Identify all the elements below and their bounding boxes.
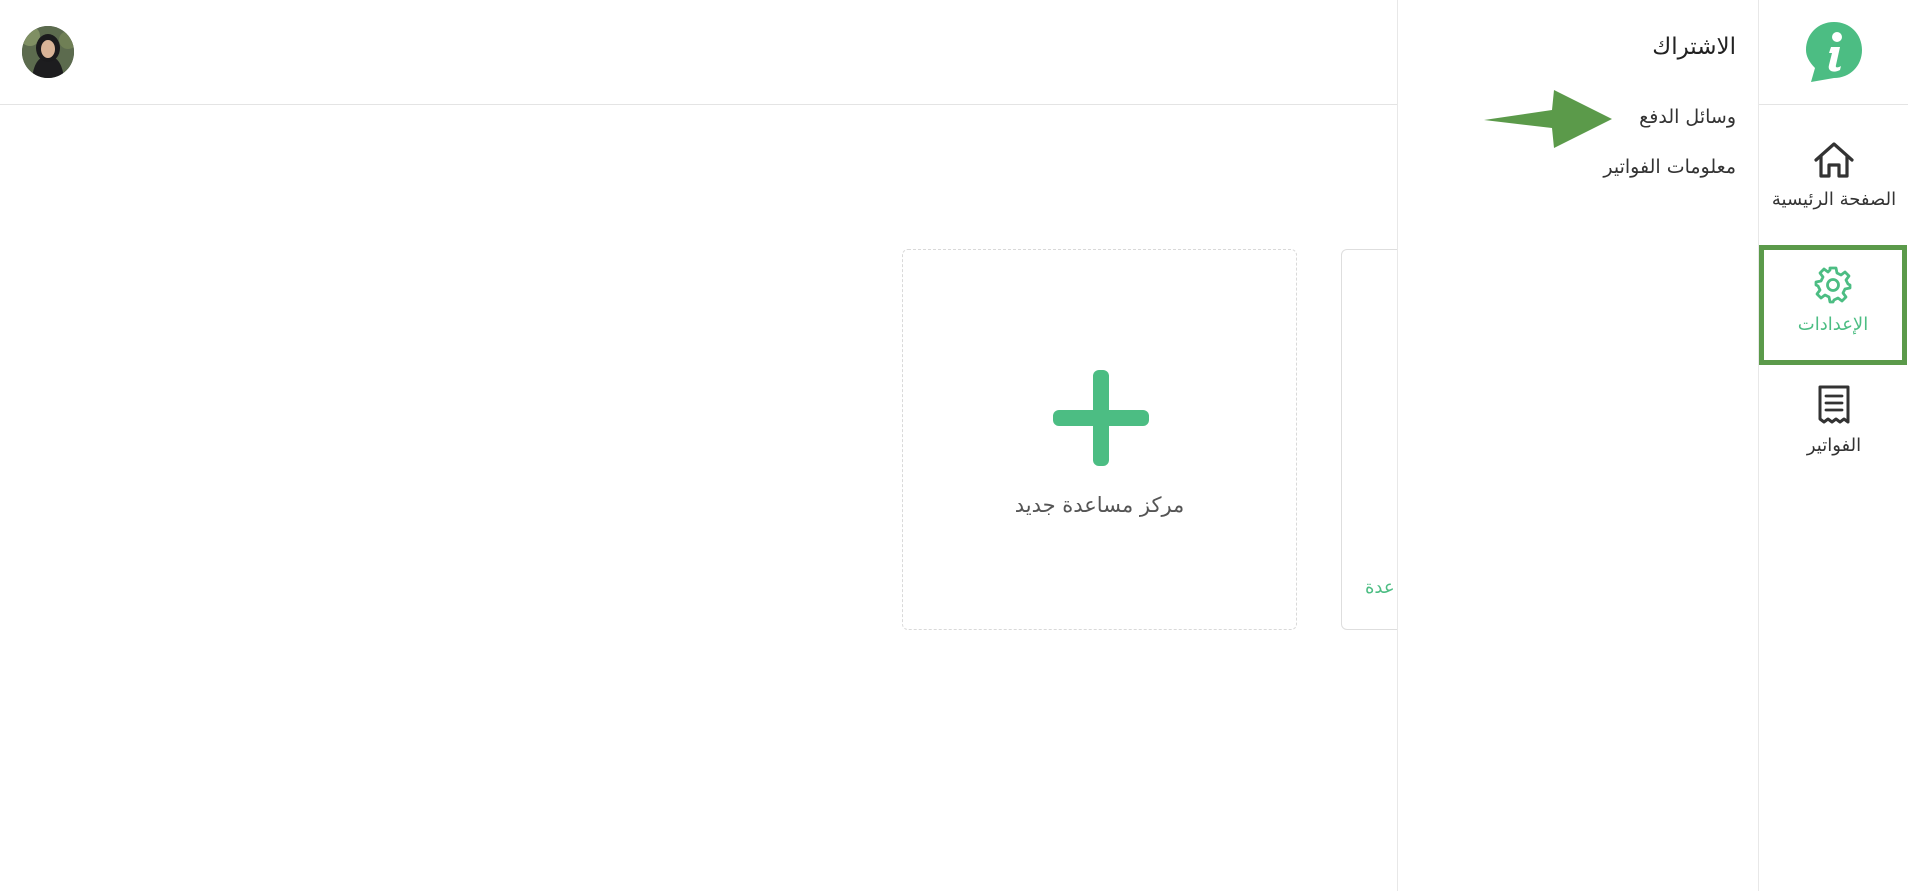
main-content: مركز مساعدة جديد عدة [0,0,1461,891]
receipt-icon [1818,385,1850,424]
plus-icon [1053,370,1149,466]
avatar-image [22,26,74,78]
user-avatar[interactable] [22,26,74,78]
annotation-arrow-icon [1484,90,1612,148]
sidebar-item-home[interactable]: الصفحة الرئيسية [1759,141,1908,210]
submenu-item-payment-methods[interactable]: وسائل الدفع [1639,106,1736,128]
gear-icon [1814,266,1852,304]
help-center-card-link[interactable]: عدة [1365,577,1395,598]
submenu-item-billing-info[interactable]: معلومات الفواتير [1603,156,1736,178]
sidebar-item-label: الصفحة الرئيسية [1771,189,1897,210]
sidebar-item-label: الإعدادات [1797,314,1869,335]
top-bar [0,0,1397,105]
sidebar-item-settings[interactable]: الإعدادات [1759,245,1907,365]
sidebar-item-invoices[interactable]: الفواتير [1759,385,1908,456]
home-icon [1814,142,1854,178]
logo-area [1759,0,1908,105]
new-help-center-card[interactable]: مركز مساعدة جديد [902,249,1297,630]
icon-sidebar: الصفحة الرئيسية الإعدادات الفواتير [1758,0,1908,891]
sidebar-item-label: الفواتير [1806,435,1862,456]
submenu-title: الاشتراك [1652,34,1736,60]
new-help-center-label: مركز مساعدة جديد [1014,493,1185,517]
app-logo-icon[interactable] [1805,20,1863,84]
